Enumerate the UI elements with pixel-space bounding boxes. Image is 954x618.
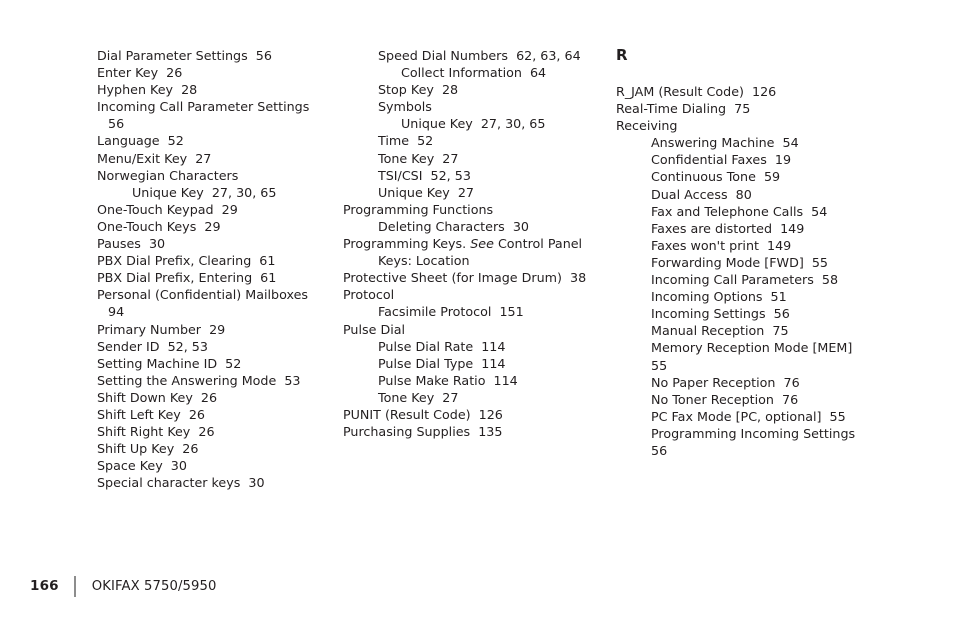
index-entry: Incoming Options 51 [651, 289, 787, 305]
index-entry: Unique Key 27, 30, 65 [132, 184, 277, 200]
index-entry: Faxes won't print 149 [651, 237, 792, 253]
index-entry: Programming Functions [343, 201, 494, 217]
see-cross-reference: See [470, 236, 494, 252]
index-entry: Dial Parameter Settings 56 [97, 48, 272, 63]
index-entry: No Toner Reception 76 [651, 391, 799, 407]
index-entry: Unique Key 27, 30, 65 [401, 116, 546, 132]
index-entry: Protocol [343, 287, 395, 303]
index-column-3: R R_JAM (Result Code) 126 Real-Time Dialin… [616, 47, 878, 459]
index-entry: Manual Reception 75 [651, 323, 789, 339]
index-entry-continuation: 94 [108, 304, 125, 320]
index-entry: Menu/Exit Key 27 [97, 150, 212, 166]
page-number: 166 [30, 578, 59, 594]
index-entry: Receiving [616, 118, 678, 134]
index-entry: Time 52 [378, 133, 434, 149]
index-entry: Facsimile Protocol 151 [378, 304, 524, 320]
footer-title: OKIFAX 5750/5950 [91, 578, 217, 594]
index-entry: Tone Key 27 [378, 150, 459, 166]
index-entry: Symbols [378, 99, 432, 115]
index-entry: R_JAM (Result Code) 126 [616, 84, 777, 99]
index-entry-continuation: 56 [108, 116, 125, 132]
index-entry: Incoming Call Parameter Settings [97, 99, 310, 115]
index-page: Dial Parameter Settings 56 Enter Key 26 Hy… [0, 0, 954, 618]
index-entry: Fax and Telephone Calls 54 [651, 203, 828, 219]
footer-divider [73, 575, 76, 597]
index-entry: Purchasing Supplies 135 [343, 424, 503, 440]
index-entry: Primary Number 29 [97, 321, 226, 337]
index-entry: Pulse Dial [343, 321, 406, 337]
index-entry: TSI/CSI 52, 53 [378, 167, 471, 183]
index-entry: PBX Dial Prefix, Clearing 61 [97, 253, 276, 269]
index-entry: Confidential Faxes 19 [651, 152, 792, 168]
index-entry: One-Touch Keys 29 [97, 218, 221, 234]
index-entry: Norwegian Characters [97, 167, 239, 183]
index-entry: Shift Right Key 26 [97, 424, 215, 440]
index-entry: Deleting Characters 30 [378, 218, 529, 234]
index-entry: Setting Machine ID 52 [97, 355, 242, 371]
index-entry: Unique Key 27 [378, 184, 474, 200]
index-entry: Speed Dial Numbers 62, 63, 64 [378, 48, 581, 63]
index-entry: PUNIT (Result Code) 126 [343, 406, 503, 422]
index-entry: Shift Down Key 26 [97, 389, 218, 405]
index-entry: No Paper Reception 76 [651, 374, 800, 390]
index-entry: PBX Dial Prefix, Entering 61 [97, 270, 277, 286]
index-entry: Setting the Answering Mode 53 [97, 372, 301, 388]
index-entry: Programming Keys. See Control Panel [343, 236, 583, 252]
page-footer: 166 OKIFAX 5750/5950 [30, 574, 217, 598]
index-entry: Shift Up Key 26 [97, 441, 199, 457]
index-entry: Incoming Settings 56 [651, 306, 790, 322]
index-entry: Pauses 30 [97, 236, 166, 252]
index-entry-continuation: Keys: Location [378, 253, 470, 269]
index-entry: Tone Key 27 [378, 389, 459, 405]
index-entry: Language 52 [97, 133, 184, 149]
index-entry: Enter Key 26 [97, 65, 183, 81]
index-entry: Memory Reception Mode [MEM] [651, 340, 853, 356]
index-entry: Programming Incoming Settings [651, 425, 856, 441]
index-column-1: Dial Parameter Settings 56 Enter Key 26 Hy… [97, 47, 332, 491]
index-entry: Stop Key 28 [378, 82, 459, 98]
index-entry: Special character keys 30 [97, 475, 265, 491]
index-entry: Personal (Confidential) Mailboxes [97, 287, 308, 303]
index-entry: Dual Access 80 [651, 186, 752, 202]
index-entry: Sender ID 52, 53 [97, 338, 208, 354]
index-entry-continuation: 56 [651, 442, 668, 458]
index-entry: Pulse Make Ratio 114 [378, 372, 518, 388]
index-column-2: Speed Dial Numbers 62, 63, 64 Collect Inf… [343, 47, 601, 440]
index-entry: Incoming Call Parameters 58 [651, 272, 839, 288]
index-entry: Shift Left Key 26 [97, 406, 205, 422]
index-entry: PC Fax Mode [PC, optional] 55 [651, 408, 846, 424]
index-entry: Answering Machine 54 [651, 135, 799, 151]
index-entry: Pulse Dial Rate 114 [378, 338, 506, 354]
index-entry: Pulse Dial Type 114 [378, 355, 506, 371]
index-entry: Forwarding Mode [FWD] 55 [651, 254, 828, 270]
index-entry: Continuous Tone 59 [651, 169, 781, 185]
index-section-letter: R [616, 46, 628, 64]
index-entry-continuation: 55 [651, 357, 668, 373]
index-entry: Space Key 30 [97, 458, 187, 474]
index-entry: Real-Time Dialing 75 [616, 101, 751, 117]
index-entry: Protective Sheet (for Image Drum) 38 [343, 270, 587, 286]
index-columns: Dial Parameter Settings 56 Enter Key 26 Hy… [0, 47, 954, 527]
index-entry: Faxes are distorted 149 [651, 220, 805, 236]
index-entry: One-Touch Keypad 29 [97, 201, 238, 217]
index-entry: Collect Information 64 [401, 65, 547, 81]
index-entry: Hyphen Key 28 [97, 82, 198, 98]
